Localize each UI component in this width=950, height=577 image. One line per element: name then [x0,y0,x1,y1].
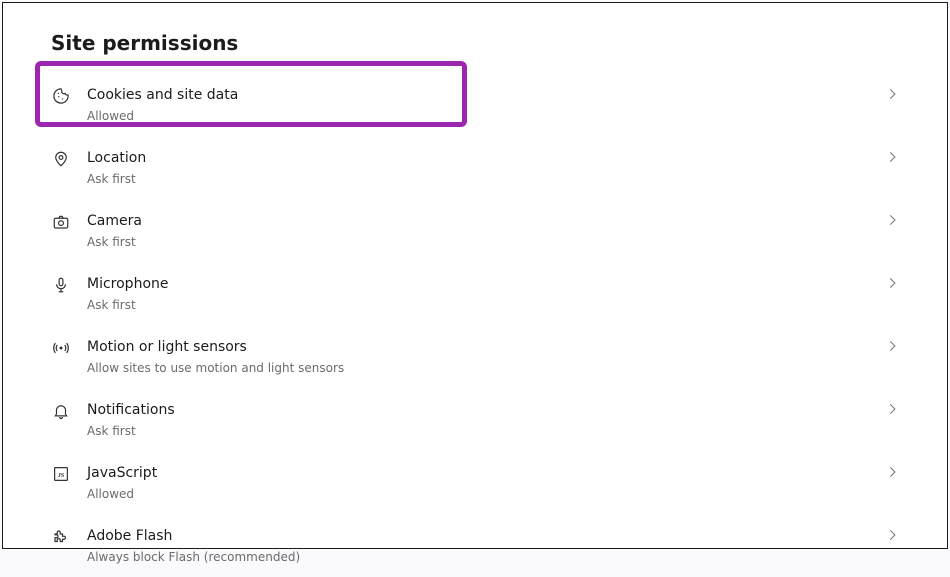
row-sub: Ask first [87,171,885,187]
chevron-right-icon [885,465,899,479]
row-label: Cookies and site data [87,85,885,105]
row-label: Camera [87,211,885,231]
motion-sensor-icon [51,338,71,358]
row-sub: Ask first [87,297,885,313]
row-motion[interactable]: Motion or light sensors Allow sites to u… [3,325,947,388]
chevron-right-icon [885,339,899,353]
row-sub: Allowed [87,486,885,502]
row-sub: Allowed [87,108,885,124]
row-sub: Allow sites to use motion and light sens… [87,360,885,376]
row-sub: Always block Flash (recommended) [87,549,885,565]
row-sub: Ask first [87,234,885,250]
row-label: Adobe Flash [87,526,885,546]
chevron-right-icon [885,276,899,290]
camera-icon [51,212,71,232]
row-flash[interactable]: Adobe Flash Always block Flash (recommen… [3,514,947,577]
row-javascript[interactable]: JS JavaScript Allowed [3,451,947,514]
permissions-list: Cookies and site data Allowed Location A… [3,73,947,577]
bell-icon [51,401,71,421]
puzzle-icon [51,527,71,547]
javascript-icon: JS [51,464,71,484]
microphone-icon [51,275,71,295]
row-label: Motion or light sensors [87,337,885,357]
chevron-right-icon [885,87,899,101]
cookie-icon [51,86,71,106]
chevron-right-icon [885,150,899,164]
row-label: Location [87,148,885,168]
row-label: Microphone [87,274,885,294]
chevron-right-icon [885,528,899,542]
row-sub: Ask first [87,423,885,439]
row-notifications[interactable]: Notifications Ask first [3,388,947,451]
chevron-right-icon [885,402,899,416]
row-label: Notifications [87,400,885,420]
row-microphone[interactable]: Microphone Ask first [3,262,947,325]
row-location[interactable]: Location Ask first [3,136,947,199]
row-cookies[interactable]: Cookies and site data Allowed [3,73,947,136]
row-label: JavaScript [87,463,885,483]
svg-text:JS: JS [58,473,65,479]
chevron-right-icon [885,213,899,227]
location-icon [51,149,71,169]
row-camera[interactable]: Camera Ask first [3,199,947,262]
page-title: Site permissions [51,31,947,55]
